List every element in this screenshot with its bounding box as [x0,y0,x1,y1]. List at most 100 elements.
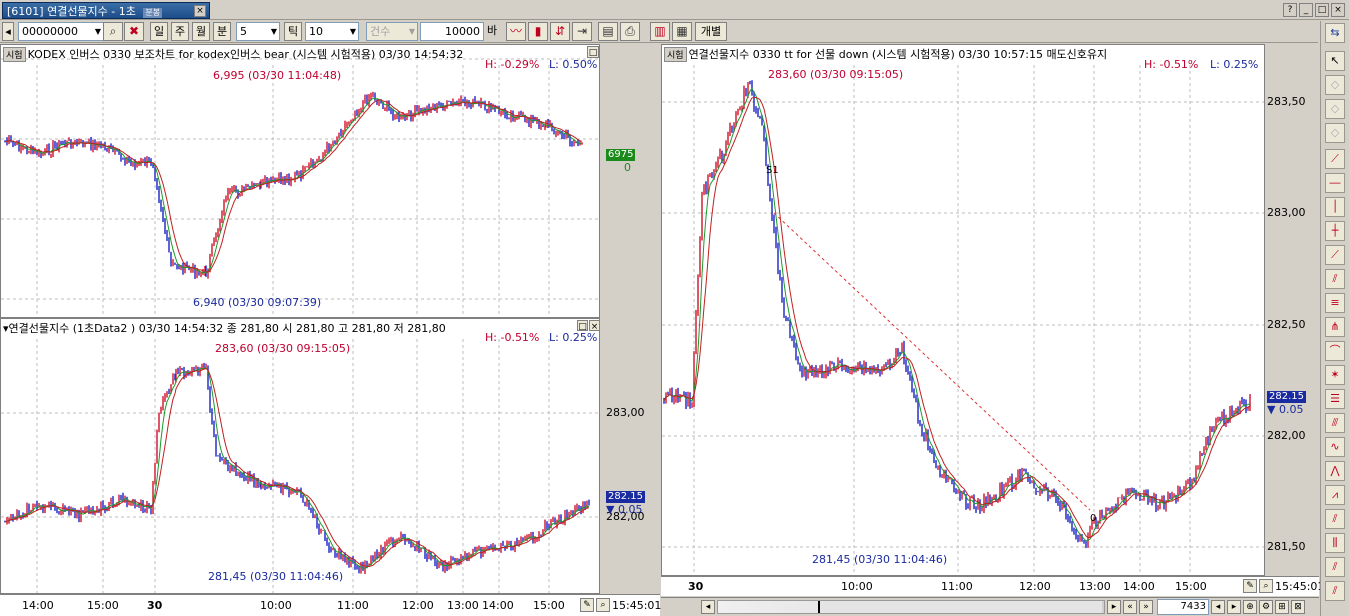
line-chart-icon[interactable]: 〰 [506,22,526,41]
delete-tool-icon[interactable]: ⫽ [1325,581,1345,601]
tool-disabled-icon[interactable]: ◇ [1325,75,1345,95]
trend-line [773,212,1091,511]
right-xtick: 14:00 [1123,580,1155,593]
fit-icon[interactable]: ⊕ [1243,600,1257,614]
futures-left-ytick: 283,00 [606,406,645,419]
individual-button[interactable]: 개별 [695,22,727,41]
kodex-chart-canvas[interactable] [1,45,600,318]
right-xtick: 13:00 [1079,580,1111,593]
scroll-right-icon[interactable]: ▸ [1107,600,1121,614]
zigzag-icon[interactable]: ⩘ [1325,485,1345,505]
wave-icon[interactable]: ∿ [1325,437,1345,457]
period-day-button[interactable]: 일 [150,22,168,41]
period-month-button[interactable]: 월 [192,22,210,41]
code-select[interactable]: 00000000 [18,22,104,41]
arc-icon[interactable]: ⌒ [1325,341,1345,361]
extension-icon[interactable]: ⫽ [1325,557,1345,577]
scroll-end-icon[interactable]: ⇥ [572,22,592,41]
trend-line-icon[interactable]: ⟋ [1325,149,1345,169]
right-xtick: 12:00 [1019,580,1051,593]
search-icon[interactable]: ⌕ [103,22,123,41]
left-draw-icon[interactable]: ✎ [580,598,594,612]
futures-right-header: 시험 연결선물지수 0330 tt for 선물 down (시스템 시험적용) … [664,46,1107,62]
document-icon[interactable]: ▤ [598,22,618,41]
speed-line-icon[interactable]: ⫽ [1325,509,1345,529]
scroll-track[interactable] [717,600,1105,614]
count-input[interactable]: 10000 [420,22,484,41]
right-draw-icon[interactable]: ✎ [1243,579,1257,593]
candle-icon[interactable]: ▥ [650,22,670,41]
bottom-scrollbar[interactable]: ◂ ▸ « » 7433 ◂ ▸ ⊕ ⚙ ⊞ ⊠ [661,597,1319,616]
left-xtick: 30 [147,599,163,612]
minimize-button[interactable]: _ [1299,3,1313,17]
futures-left-high-pct: H: -0.51% [485,331,540,344]
futures-right-test-tag[interactable]: 시험 [664,47,687,62]
fan-icon[interactable]: ⋔ [1325,317,1345,337]
window-tab[interactable]: [6101] 연결선물지수 - 1초 분봉 × [2,2,210,19]
cross-line-icon[interactable]: ┼ [1325,221,1345,241]
kodex-test-tag[interactable]: 시험 [3,47,26,62]
grid-toggle-icon[interactable]: ⊞ [1275,600,1289,614]
print-icon[interactable]: ⎙ [620,22,640,41]
tool-disabled-icon[interactable]: ◇ [1325,123,1345,143]
zoom-in-icon[interactable]: ▸ [1227,600,1241,614]
scroll-left-icon[interactable]: ◂ [701,600,715,614]
fibonacci-icon[interactable]: ≡ [1325,293,1345,313]
left-xtick: 10:00 [260,599,292,612]
tick-button[interactable]: 틱 [284,22,302,41]
futures-right-canvas[interactable] [662,45,1265,576]
right-x-axis: 30 10:00 11:00 12:00 13:00 14:00 15:00 ✎… [661,576,1324,596]
right-zoom-icon[interactable]: ⌕ [1259,579,1273,593]
period-week-button[interactable]: 주 [171,22,189,41]
count-unit: 바 [487,24,498,37]
channel-icon[interactable]: ⫻ [1325,413,1345,433]
count-select[interactable]: 건수 [366,22,418,41]
prev-arrow-icon[interactable]: ◂ [2,22,14,41]
maximize-button[interactable]: □ [1315,3,1329,17]
horizontal-line-icon[interactable]: ― [1325,173,1345,193]
left-xtick: 14:00 [22,599,54,612]
zoom-out-icon[interactable]: ◂ [1211,600,1225,614]
kodex-pane-maximize-icon[interactable]: □ [587,46,599,58]
kodex-chart-pane[interactable]: 시험 KODEX 인버스 0330 보조차트 for kodex인버스 bear … [0,44,600,318]
futures-left-pane[interactable]: ▾연결선물지수 (1초Data2 ) 03/30 14:54:32 종 281,… [0,318,600,594]
pointer-icon[interactable]: ↖ [1325,51,1345,71]
tab-close-button[interactable]: × [194,5,206,17]
period-minute-button[interactable]: 분 [213,22,231,41]
left-zoom-icon[interactable]: ⌕ [596,598,610,612]
tool-toggle-icon[interactable]: ⇆ [1325,23,1345,43]
reset-view-icon[interactable]: ⊠ [1291,600,1305,614]
tool-disabled-icon[interactable]: ◇ [1325,99,1345,119]
bar-count-input[interactable]: 7433 [1157,599,1209,615]
futures-left-canvas[interactable] [1,319,600,594]
vertical-line-icon[interactable]: │ [1325,197,1345,217]
split-icon[interactable]: ⇵ [550,22,570,41]
retracement-icon[interactable]: ☰ [1325,389,1345,409]
futures-right-low-annotation: 281,45 (03/30 11:04:46) [812,553,948,566]
parallel-line-icon[interactable]: ⫽ [1325,269,1345,289]
cycle-icon[interactable]: ⫼ [1325,533,1345,553]
futures-left-maximize-icon[interactable]: □ [577,320,588,332]
scroll-prev-page-icon[interactable]: « [1123,600,1137,614]
futures-right-title: 연결선물지수 0330 tt for 선물 down (시스템 시험적용) 03… [688,48,1108,61]
help-button[interactable]: ? [1283,3,1297,17]
angle-line-icon[interactable]: ⟋ [1325,245,1345,265]
settings-icon[interactable]: ⚙ [1259,600,1273,614]
futures-right-pane[interactable]: 시험 연결선물지수 0330 tt for 선물 down (시스템 시험적용) … [661,44,1265,576]
grid-icon[interactable]: ▦ [672,22,692,41]
futures-left-close-icon[interactable]: × [589,320,599,332]
scroll-next-page-icon[interactable]: » [1139,600,1153,614]
reset-icon[interactable]: ✖ [124,22,144,41]
title-bar: [6101] 연결선물지수 - 1초 분봉 × ? _ □ × [0,0,1349,20]
gann-icon[interactable]: ✶ [1325,365,1345,385]
kodex-pane-header: 시험 KODEX 인버스 0330 보조차트 for kodex인버스 bear … [3,46,463,62]
scroll-thumb[interactable] [818,601,1102,613]
pattern-icon[interactable]: ⋀ [1325,461,1345,481]
left-xtick: 12:00 [402,599,434,612]
bar-chart-icon[interactable]: ▮ [528,22,548,41]
kodex-low-annotation: 6,940 (03/30 09:07:39) [193,296,322,309]
moving-average-line [4,99,583,273]
tick-value-select[interactable]: 10 [305,22,359,41]
period-value-select[interactable]: 5 [236,22,280,41]
close-button[interactable]: × [1331,3,1345,17]
